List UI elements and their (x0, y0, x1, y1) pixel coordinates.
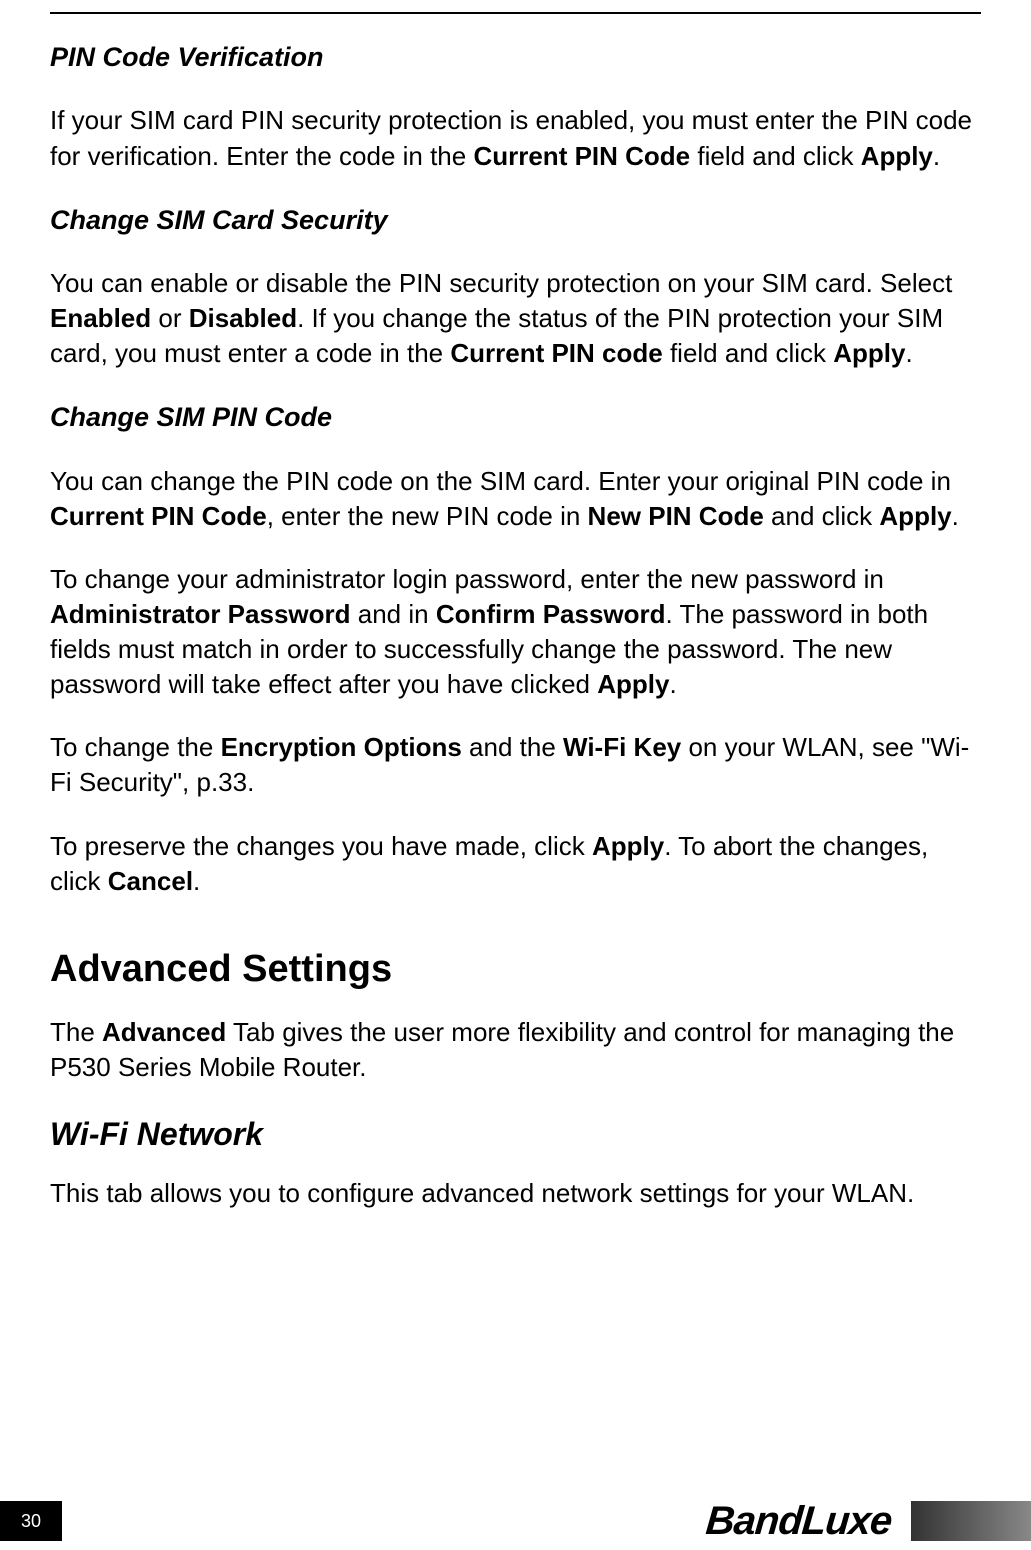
text: To preserve the changes you have made, c… (50, 831, 592, 861)
bold-wifi-key: Wi-Fi Key (563, 732, 681, 762)
text: The (50, 1017, 102, 1047)
text: and the (462, 732, 563, 762)
text: . (952, 501, 959, 531)
document-content: PIN Code Verification If your SIM card P… (0, 14, 1031, 1211)
text: . (193, 866, 200, 896)
bold-enabled: Enabled (50, 303, 151, 333)
text: , enter the new PIN code in (267, 501, 588, 531)
text: field and click (690, 141, 861, 171)
bold-encryption-options: Encryption Options (221, 732, 462, 762)
bold-apply: Apply (597, 669, 669, 699)
text: field and click (663, 338, 834, 368)
paragraph-change-pin-2: To change your administrator login passw… (50, 562, 981, 702)
paragraph-wifi: This tab allows you to configure advance… (50, 1176, 981, 1211)
paragraph-change-pin-1: You can change the PIN code on the SIM c… (50, 464, 981, 534)
bold-disabled: Disabled (189, 303, 297, 333)
footer-gradient (911, 1501, 1031, 1541)
paragraph-pin-verification: If your SIM card PIN security protection… (50, 103, 981, 173)
bold-current-pin-code: Current PIN code (450, 338, 662, 368)
heading-pin-verification: PIN Code Verification (50, 39, 981, 75)
bold-current-pin: Current PIN Code (473, 141, 690, 171)
bold-apply: Apply (861, 141, 933, 171)
bold-current-pin-code: Current PIN Code (50, 501, 267, 531)
text: To change your administrator login passw… (50, 564, 884, 594)
text: and click (764, 501, 880, 531)
text: To change the (50, 732, 221, 762)
bold-apply: Apply (833, 338, 905, 368)
heading-change-security: Change SIM Card Security (50, 202, 981, 238)
brand-logo: BandLuxe (704, 1499, 893, 1544)
text: . (933, 141, 940, 171)
paragraph-advanced: The Advanced Tab gives the user more fle… (50, 1015, 981, 1085)
paragraph-change-security: You can enable or disable the PIN securi… (50, 266, 981, 371)
bold-apply: Apply (592, 831, 664, 861)
heading-advanced-settings: Advanced Settings (50, 944, 981, 995)
bold-confirm-password: Confirm Password (436, 599, 666, 629)
text: You can change the PIN code on the SIM c… (50, 466, 951, 496)
text: or (151, 303, 189, 333)
bold-cancel: Cancel (108, 866, 193, 896)
text: and in (351, 599, 436, 629)
text: . (905, 338, 912, 368)
page-number: 30 (0, 1501, 62, 1541)
heading-wifi-network: Wi-Fi Network (50, 1113, 981, 1156)
bold-apply: Apply (879, 501, 951, 531)
text: You can enable or disable the PIN securi… (50, 268, 952, 298)
footer: 30 BandLuxe (0, 1492, 1031, 1550)
paragraph-change-pin-4: To preserve the changes you have made, c… (50, 829, 981, 899)
text: . (669, 669, 676, 699)
bold-admin-password: Administrator Password (50, 599, 351, 629)
heading-change-pin: Change SIM PIN Code (50, 399, 981, 435)
bold-advanced: Advanced (102, 1017, 226, 1047)
paragraph-change-pin-3: To change the Encryption Options and the… (50, 730, 981, 800)
bold-new-pin-code: New PIN Code (588, 501, 764, 531)
